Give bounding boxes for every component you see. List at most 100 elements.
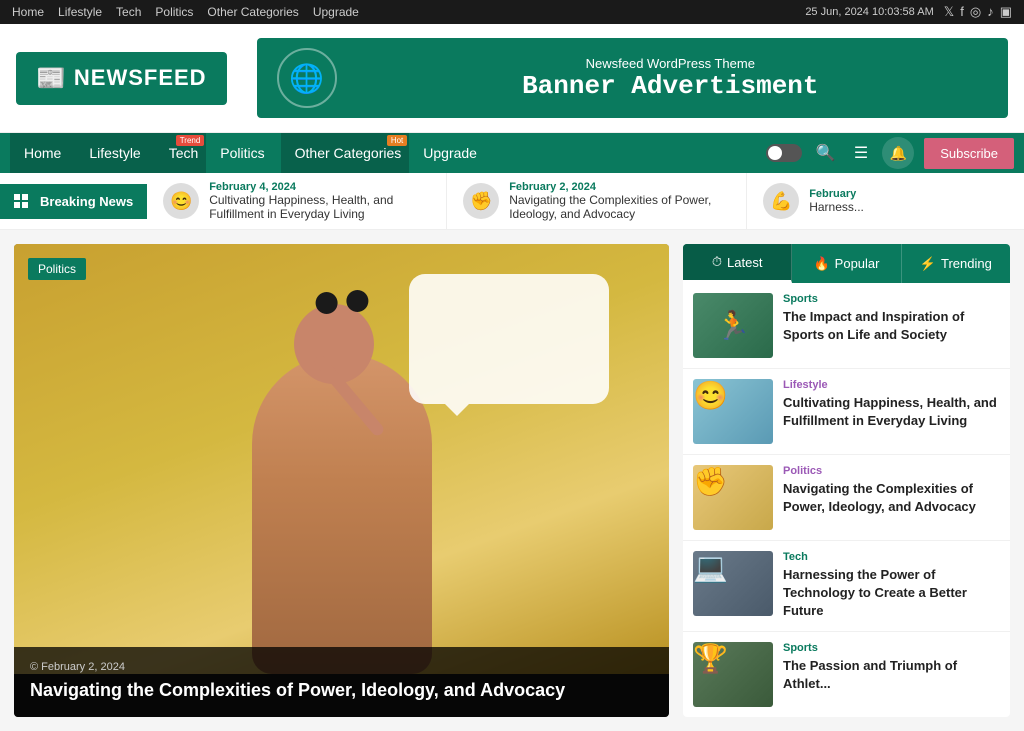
logo[interactable]: 📰 NEWSFEED (16, 52, 227, 105)
breaking-title-2: Harness... (809, 200, 864, 214)
article-date: © February 2, 2024 (30, 661, 653, 673)
popular-icon: 🔥 (813, 256, 829, 272)
article-category-2: Politics (783, 465, 1000, 477)
sidebar-article-content-2: Politics Navigating the Complexities of … (783, 465, 1000, 530)
topnav-other[interactable]: Other Categories (207, 5, 298, 19)
breaking-title-1: Navigating the Complexities of Power, Id… (509, 193, 730, 221)
sidebar-thumb-2 (693, 465, 773, 530)
sidebar-article-title-2: Navigating the Complexities of Power, Id… (783, 480, 1000, 516)
subscribe-button[interactable]: Subscribe (924, 138, 1014, 169)
article-image: Politics (14, 244, 669, 674)
breaking-item-1[interactable]: ✊ February 2, 2024 Navigating the Comple… (447, 173, 747, 229)
breaking-text: Breaking News (40, 194, 133, 209)
tab-latest[interactable]: ⏱ Latest (683, 244, 792, 283)
sidebar-article-content-3: Tech Harnessing the Power of Technology … (783, 551, 1000, 621)
topnav-lifestyle[interactable]: Lifestyle (58, 5, 102, 19)
menu-icon[interactable]: ☰ (850, 139, 872, 167)
logo-text: NEWSFEED (74, 65, 207, 91)
trend-badge: Trend (176, 135, 205, 146)
breaking-date-1: February 2, 2024 (509, 181, 730, 193)
breaking-title-0: Cultivating Happiness, Health, and Fulfi… (209, 193, 430, 221)
breaking-item-2[interactable]: 💪 February Harness... (747, 175, 1024, 227)
nav-home[interactable]: Home (10, 133, 75, 173)
sidebar-article-4[interactable]: Sports The Passion and Triumph of Athlet… (683, 632, 1010, 717)
nav-lifestyle[interactable]: Lifestyle (75, 133, 154, 173)
breaking-date-2: February (809, 188, 864, 200)
search-icon[interactable]: 🔍 (812, 139, 840, 167)
main-article[interactable]: Politics © February 2, 2024 Nav (14, 244, 669, 717)
top-bar-right: 25 Jun, 2024 10:03:58 AM 𝕏 f ◎ ♪ ▣ (805, 4, 1012, 20)
tab-trending[interactable]: ⚡ Trending (902, 244, 1010, 283)
header: 📰 NEWSFEED 🌐 Newsfeed WordPress Theme Ba… (0, 24, 1024, 133)
sidebar-article-2[interactable]: Politics Navigating the Complexities of … (683, 455, 1010, 541)
breaking-item-0[interactable]: 😊 February 4, 2024 Cultivating Happiness… (147, 173, 447, 229)
facebook-icon[interactable]: f (960, 4, 964, 20)
sidebar-article-1[interactable]: Lifestyle Cultivating Happiness, Health,… (683, 369, 1010, 455)
breaking-avatar-2: 💪 (763, 183, 799, 219)
article-category-4: Sports (783, 642, 1000, 654)
sidebar-article-content-4: Sports The Passion and Triumph of Athlet… (783, 642, 1000, 707)
nav-right: 🔍 ☰ 🔔 Subscribe (766, 137, 1014, 169)
breaking-avatar-0: 😊 (163, 183, 199, 219)
top-nav[interactable]: Home Lifestyle Tech Politics Other Categ… (12, 5, 359, 19)
topnav-tech[interactable]: Tech (116, 5, 141, 19)
sidebar-article-title-0: The Impact and Inspiration of Sports on … (783, 308, 1000, 344)
mobile-icon[interactable]: ▣ (1000, 4, 1012, 20)
tiktok-icon[interactable]: ♪ (987, 4, 994, 20)
sidebar-article-title-4: The Passion and Triumph of Athlet... (783, 657, 1000, 693)
tab-popular-label: Popular (835, 256, 880, 271)
breaking-content-2: February Harness... (809, 188, 864, 214)
main-nav: Home Lifestyle Tech Trend Politics Other… (0, 133, 1024, 173)
hot-badge: Hot (387, 135, 407, 146)
latest-icon: ⏱ (712, 254, 722, 270)
tab-popular[interactable]: 🔥 Popular (792, 244, 901, 283)
sidebar-tabs: ⏱ Latest 🔥 Popular ⚡ Trending (683, 244, 1010, 283)
theme-toggle[interactable] (766, 144, 802, 162)
nav-upgrade[interactable]: Upgrade (409, 133, 491, 173)
breaking-bar: Breaking News 😊 February 4, 2024 Cultiva… (0, 173, 1024, 230)
banner-text: Newsfeed WordPress Theme Banner Advertis… (353, 56, 988, 101)
tab-trending-label: Trending (941, 256, 992, 271)
sidebar-thumb-0 (693, 293, 773, 358)
sidebar-article-title-1: Cultivating Happiness, Health, and Fulfi… (783, 394, 1000, 430)
content-area: Politics © February 2, 2024 Nav (0, 230, 1024, 731)
sidebar: ⏱ Latest 🔥 Popular ⚡ Trending Sports The… (683, 244, 1010, 717)
breaking-date-0: February 4, 2024 (209, 181, 430, 193)
notification-bell[interactable]: 🔔 (882, 137, 914, 169)
article-footer: © February 2, 2024 Navigating the Comple… (14, 647, 669, 716)
sidebar-article-0[interactable]: Sports The Impact and Inspiration of Spo… (683, 283, 1010, 369)
social-icons: 𝕏 f ◎ ♪ ▣ (944, 4, 1012, 20)
sidebar-article-3[interactable]: Tech Harnessing the Power of Technology … (683, 541, 1010, 632)
breaking-items: 😊 February 4, 2024 Cultivating Happiness… (147, 173, 1024, 229)
instagram-icon[interactable]: ◎ (970, 4, 981, 20)
sidebar-articles: Sports The Impact and Inspiration of Spo… (683, 283, 1010, 717)
globe-icon: 🌐 (277, 48, 337, 108)
topnav-politics[interactable]: Politics (155, 5, 193, 19)
topnav-home[interactable]: Home (12, 5, 44, 19)
article-category-3: Tech (783, 551, 1000, 563)
sidebar-article-content-1: Lifestyle Cultivating Happiness, Health,… (783, 379, 1000, 444)
tab-latest-label: Latest (727, 255, 762, 270)
breaking-content-1: February 2, 2024 Navigating the Complexi… (509, 181, 730, 221)
topnav-upgrade[interactable]: Upgrade (313, 5, 359, 19)
breaking-content-0: February 4, 2024 Cultivating Happiness, … (209, 181, 430, 221)
sidebar-article-title-3: Harnessing the Power of Technology to Cr… (783, 566, 1000, 621)
nav-politics[interactable]: Politics (206, 133, 280, 173)
banner-ad: 🌐 Newsfeed WordPress Theme Banner Advert… (257, 38, 1008, 118)
top-bar: Home Lifestyle Tech Politics Other Categ… (0, 0, 1024, 24)
logo-icon: 📰 (36, 64, 66, 93)
article-category-1: Lifestyle (783, 379, 1000, 391)
sidebar-thumb-1 (693, 379, 773, 444)
banner-small: Newsfeed WordPress Theme (353, 56, 988, 71)
sidebar-thumb-3 (693, 551, 773, 616)
twitter-icon[interactable]: 𝕏 (944, 4, 954, 20)
sidebar-article-content-0: Sports The Impact and Inspiration of Spo… (783, 293, 1000, 358)
category-badge: Politics (28, 258, 86, 280)
article-title: Navigating the Complexities of Power, Id… (30, 679, 653, 702)
banner-large: Banner Advertisment (353, 71, 988, 101)
datetime: 25 Jun, 2024 10:03:58 AM (805, 6, 933, 18)
article-category-0: Sports (783, 293, 1000, 305)
sidebar-thumb-4 (693, 642, 773, 707)
trending-icon: ⚡ (920, 256, 936, 272)
grid-icon (14, 194, 28, 208)
